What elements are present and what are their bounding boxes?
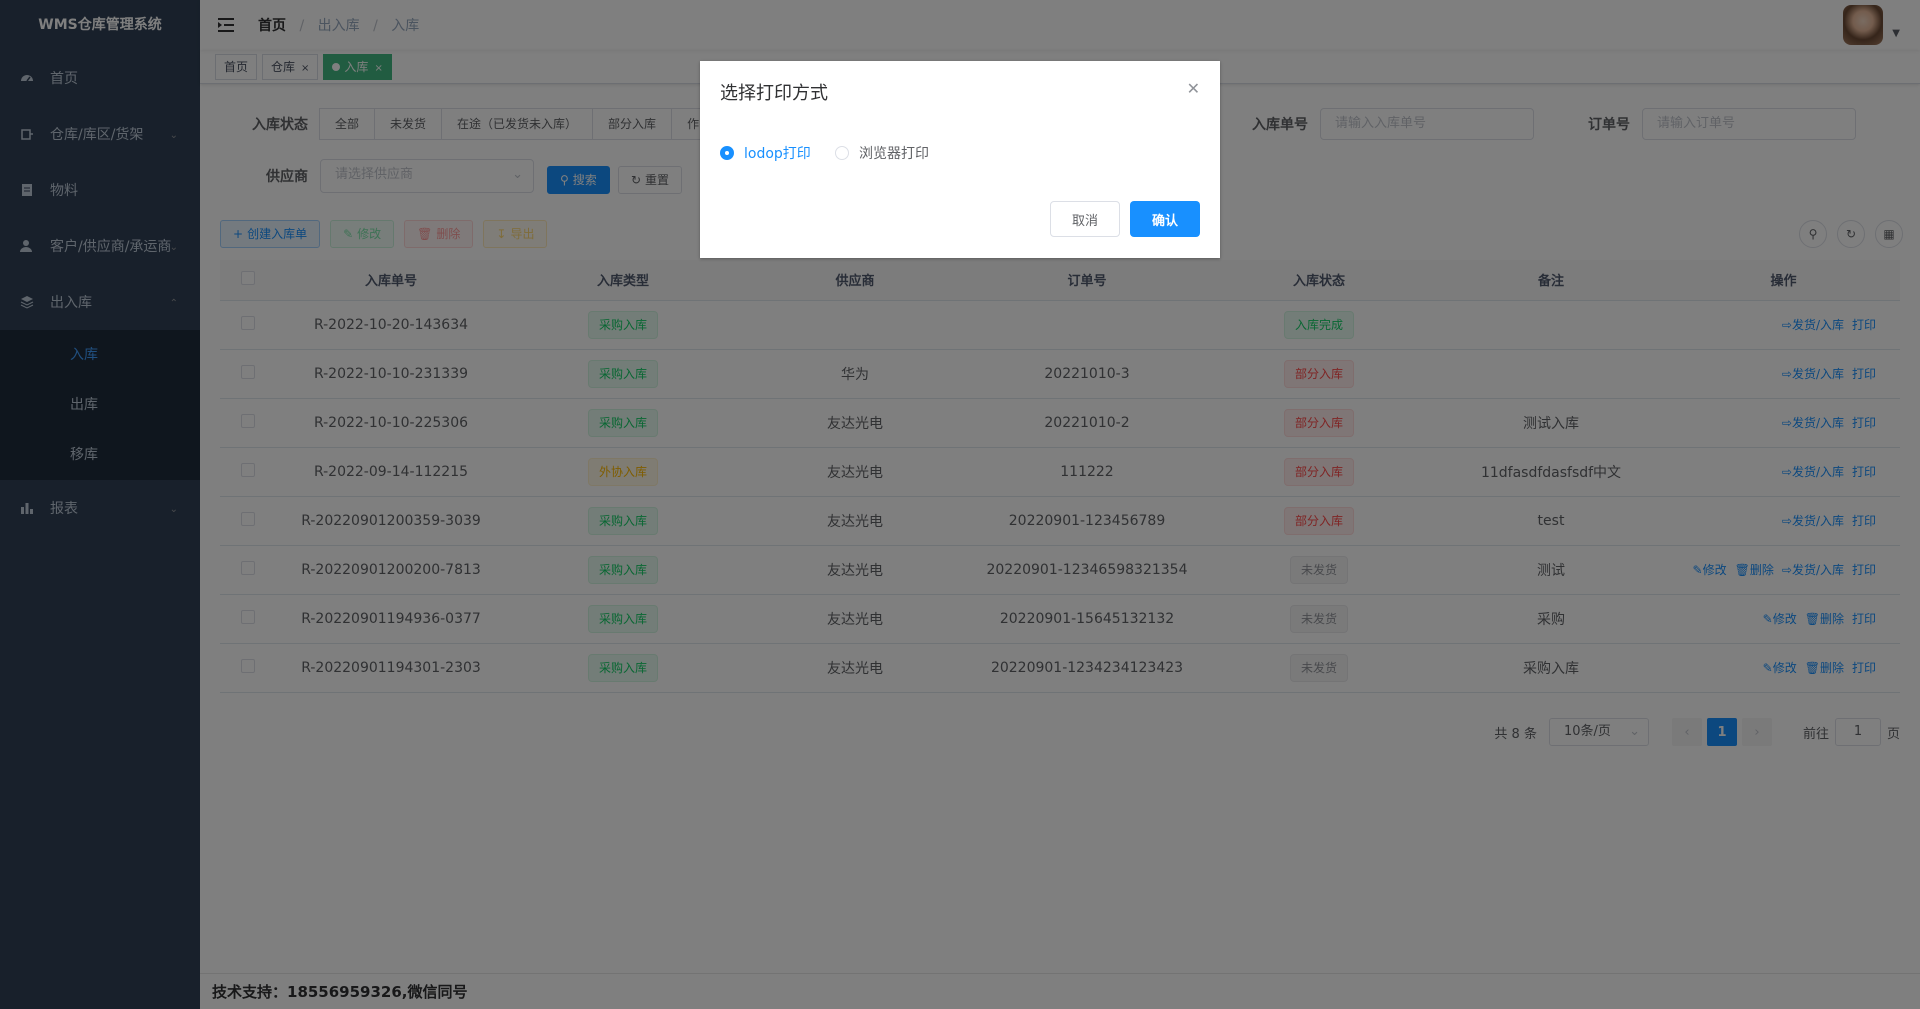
dialog-title: 选择打印方式: [720, 83, 828, 104]
radio-label: lodop打印: [744, 146, 811, 162]
radio-lodop-print[interactable]: lodop打印: [720, 143, 811, 163]
radio-browser-print[interactable]: 浏览器打印: [835, 143, 929, 163]
radio-label: 浏览器打印: [859, 146, 929, 162]
close-icon[interactable]: ✕: [1187, 79, 1200, 98]
cancel-button[interactable]: 取消: [1050, 201, 1120, 237]
confirm-button[interactable]: 确认: [1130, 201, 1200, 237]
radio-unchecked-icon: [835, 146, 849, 160]
print-method-dialog: 选择打印方式 ✕ lodop打印 浏览器打印 取消 确认: [700, 61, 1220, 258]
radio-checked-icon: [720, 146, 734, 160]
